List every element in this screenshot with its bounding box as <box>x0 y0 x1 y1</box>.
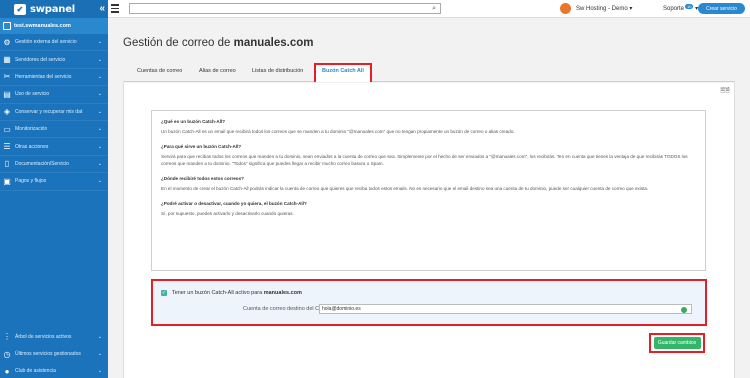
sidebar-item[interactable]: ▭ Monitorización ⌄ <box>0 121 108 139</box>
faq-question: ¿Qué es un buzón Catch-All? <box>161 119 226 124</box>
save-button-highlight: Guardar cambios <box>649 333 705 353</box>
tab-email-aliases[interactable]: Alias de correo <box>199 68 236 74</box>
faq-question: ¿Podré activar o desactivar, cuando yo q… <box>161 201 307 206</box>
logo-text: swpanel <box>30 3 76 15</box>
account-selector[interactable]: Sw Hosting - Demo ▾ <box>576 5 632 12</box>
logo-icon: ✔ <box>14 3 26 15</box>
sidebar-item[interactable]: ◈ Conservar y recuperar mis dat ⌄ <box>0 104 108 121</box>
create-service-button[interactable]: Crear servicio <box>698 3 745 14</box>
sidebar-item-label: Conservar y recuperar mis dat <box>15 108 83 115</box>
sidebar-item[interactable]: ▯ Documentación/Servicio ⌄ <box>0 156 108 174</box>
logo-bar: ✔ swpanel « <box>0 0 108 18</box>
domain-icon <box>3 22 11 30</box>
sidebar-item-label: Herramientas del servicio <box>15 73 72 80</box>
save-changes-button[interactable]: Guardar cambios <box>653 337 701 349</box>
sidebar-item-label: Servidores del servicio <box>15 56 66 63</box>
sidebar-item-label: Últimos servicios gestionados <box>15 351 81 358</box>
chevron-down-icon: ⌄ <box>97 91 102 98</box>
sidebar-item[interactable]: ▦ Servidores del servicio ⌄ <box>0 51 108 69</box>
chevron-down-icon: ⌄ <box>97 126 102 133</box>
shield-icon: ◈ <box>3 107 11 117</box>
catch-all-checkbox[interactable]: ✓ <box>161 290 167 296</box>
club-icon: ● <box>4 366 10 376</box>
sidebar-item-label: Documentación/Servicio <box>15 160 69 167</box>
search-input[interactable]: ⌕ <box>129 3 441 14</box>
sidebar-domain[interactable]: test.swmanuales.com <box>0 18 108 34</box>
valid-check-icon <box>681 306 687 313</box>
catch-all-info: ¿Qué es un buzón Catch-All? Un buzón Catc… <box>151 110 706 271</box>
sidebar-item[interactable]: ⋮ Árbol de servicios activos ⌄ <box>0 328 108 345</box>
sidebar-item[interactable]: ▣ Pagos y flujos ⌄ <box>0 173 108 191</box>
destination-email-field[interactable]: hola@dominio.es <box>319 304 692 314</box>
topbar: ⌕ Sw Hosting - Demo ▾ Soporte 10 ▾ Crear … <box>108 0 750 18</box>
catch-all-checkbox-label: Tener un buzón Catch-All activo para man… <box>172 290 302 296</box>
history-icon: ◷ <box>3 349 11 359</box>
tab-bar: Cuentas de correo Alias de correo Listas… <box>123 62 735 82</box>
tab-email-accounts[interactable]: Cuentas de correo <box>137 68 182 74</box>
account-avatar-icon[interactable] <box>560 3 571 14</box>
payment-icon: ▣ <box>3 176 11 186</box>
catch-all-form: ✓ Tener un buzón Catch-All activo para m… <box>151 279 707 326</box>
chevron-down-icon: ⌄ <box>97 333 102 340</box>
sidebar-item[interactable]: ⚙ Gestión externa del servicio ⌄ <box>0 34 108 52</box>
sidebar-domain-label: test.swmanuales.com <box>14 23 71 29</box>
faq-question: ¿Dónde recibiré todos estos correos? <box>161 176 244 181</box>
faq-answer: Servirá para que recibas todos los corre… <box>161 154 688 166</box>
menu-icon[interactable] <box>111 4 119 13</box>
faq-question: ¿Para qué sirve un buzón Catch-All? <box>161 144 242 149</box>
sidebar-item-label: Otras acciones <box>15 143 49 150</box>
sidebar-item[interactable]: ☰ Otras acciones ⌄ <box>0 138 108 156</box>
faq-answer: Un buzón Catch-All es un email que recib… <box>161 129 515 134</box>
chevron-down-icon: ⌄ <box>97 56 102 63</box>
content-panel: 🖹🗎 ¿Qué es un buzón Catch-All? Un buzón C… <box>123 83 735 378</box>
chevron-down-icon: ⌄ <box>97 368 102 375</box>
sidebar-item-label: Monitorización <box>15 126 48 133</box>
monitor-icon: ▭ <box>3 124 11 134</box>
tree-icon: ⋮ <box>3 332 11 342</box>
sidebar-item-label: Club de asistencia <box>15 368 56 375</box>
sidebar-item-label: Árbol de servicios activos <box>15 333 72 340</box>
chevron-down-icon: ⌄ <box>97 108 102 115</box>
chevron-down-icon: ⌄ <box>97 73 102 80</box>
list-icon: ☰ <box>3 142 11 152</box>
chevron-down-icon: ⌄ <box>97 39 102 46</box>
tab-catch-all[interactable]: Buzón Catch All <box>322 68 364 74</box>
support-badge: 10 <box>685 4 694 9</box>
gear-icon: ⚙ <box>3 37 11 47</box>
sidebar-item[interactable]: ◷ Últimos servicios gestionados ⌄ <box>0 345 108 362</box>
search-icon[interactable]: ⌕ <box>432 5 436 13</box>
collapse-sidebar-button[interactable]: « <box>99 3 105 14</box>
server-icon: ▦ <box>3 55 11 65</box>
chevron-down-icon: ⌄ <box>97 143 102 150</box>
tab-distribution-lists[interactable]: Listas de distribución <box>252 68 303 74</box>
sidebar-item[interactable]: ▤ Uso de servicio ⌄ <box>0 86 108 104</box>
export-icons[interactable]: 🖹🗎 <box>720 86 730 96</box>
sidebar-item-label: Pagos y flujos <box>15 178 47 185</box>
chevron-down-icon: ⌄ <box>97 160 102 167</box>
support-menu[interactable]: Soporte 10 ▾ <box>663 4 698 12</box>
faq-answer: En el momento de crear el buzón Catch-Al… <box>161 186 649 191</box>
sidebar-item[interactable]: ✂ Herramientas del servicio ⌄ <box>0 69 108 87</box>
chart-icon: ▤ <box>3 89 11 99</box>
sidebar: ✔ swpanel « test.swmanuales.com ⚙ Gestión… <box>0 0 108 378</box>
chevron-down-icon: ⌄ <box>97 178 102 185</box>
sidebar-item[interactable]: ● Club de asistencia ⌄ <box>0 363 108 378</box>
sidebar-item-label: Gestión externa del servicio <box>15 39 77 46</box>
document-icon: ▯ <box>4 159 10 169</box>
chevron-down-icon: ⌄ <box>97 351 102 358</box>
sidebar-item-label: Uso de servicio <box>15 91 50 98</box>
tools-icon: ✂ <box>3 72 11 82</box>
page-title: Gestión de correo de manuales.com <box>123 37 314 49</box>
faq-answer: Sí, por supuesto, puedes activarlo y des… <box>161 211 294 216</box>
